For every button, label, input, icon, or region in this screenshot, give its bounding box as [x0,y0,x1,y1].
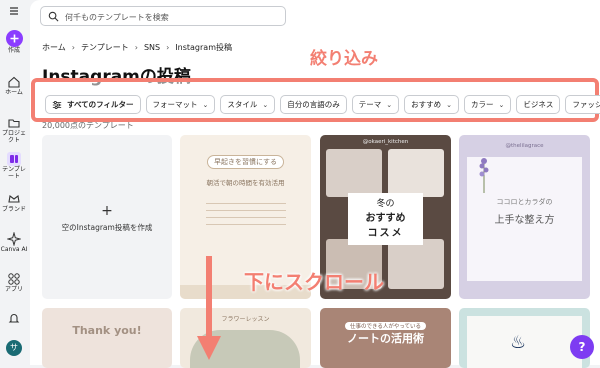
menu-button[interactable] [0,4,28,19]
filter-label: おすすめ [411,100,442,109]
sliders-icon [52,100,62,109]
card-subtitle: 朝活で朝の時間を有効活用 [206,179,285,187]
filter-recommended-dropdown[interactable]: おすすめ ⌄ [404,95,460,114]
filter-fashion-chip[interactable]: ファッシ [565,95,600,114]
plus-icon: + [101,203,113,219]
sidebar-item-label: Canva AI [0,246,28,253]
home-icon [8,76,20,88]
chevron-down-icon: ⌄ [498,100,505,109]
filter-label: すべてのフィルター [67,100,134,109]
account-avatar[interactable]: サ [0,340,28,356]
filter-bar: すべてのフィルター フォーマット ⌄ スタイル ⌄ 自分の言語のみ テーマ ⌄ おすす… [45,95,600,114]
breadcrumb-separator-icon: › [134,43,138,52]
filter-label: フォーマット [152,100,198,109]
card-title: Thank you! [72,324,142,337]
sidebar-item-brand[interactable]: ブランド [0,192,28,214]
card-subtitle: 仕事のできる人がやっている [344,322,427,330]
photo-tile [388,149,444,197]
filter-caption: 絞り込み [310,49,378,69]
card-title: ノートの活用術 [347,332,424,345]
filter-label: ファッシ [572,100,600,109]
sidebar-item-projects[interactable]: プロジェクト [0,116,28,144]
sidebar-item-label: 作成 [7,47,20,54]
scroll-arrow-icon [197,256,221,360]
chevron-down-icon: ⌄ [446,100,453,109]
sidebar: 作成 ホーム プロジェクト テンプレート ブランド Canva AI アプリ サ [0,0,28,365]
card-handle: @okaeri_kitchen [362,139,409,145]
folder-icon [8,119,20,128]
photo-tile [326,149,382,197]
filter-label: 自分の言語のみ [287,100,340,109]
photo-tile [388,239,444,289]
hot-spring-icon: ♨ [510,332,527,353]
card-title: 上手な整え方 [494,215,555,226]
templates-icon [7,152,21,166]
scroll-caption: 下にスクロール [244,270,384,294]
sparkle-icon [7,232,21,246]
card-subtitle: ココロとカラダの [496,198,553,206]
template-card-thank-you[interactable]: Thank you! [42,308,172,368]
sidebar-item-create[interactable]: 作成 [0,30,28,55]
chevron-down-icon: ⌄ [202,100,209,109]
search-input[interactable]: 何千ものテンプレートを検索 [40,6,286,26]
template-card-notebook[interactable]: 仕事のできる人がやっている ノートの活用術 [320,308,451,368]
hamburger-icon [10,7,18,15]
breadcrumb-separator-icon: › [166,43,170,52]
filter-my-language-toggle[interactable]: 自分の言語のみ [280,95,347,114]
sidebar-item-apps[interactable]: アプリ [0,272,28,294]
apps-icon [8,273,20,285]
breadcrumb-templates[interactable]: テンプレート [81,43,129,52]
filter-format-dropdown[interactable]: フォーマット ⌄ [145,95,216,114]
filter-color-dropdown[interactable]: カラー ⌄ [464,95,512,114]
main-panel: 何千ものテンプレートを検索 ホーム › テンプレート › SNS › Instagram投稿… [30,0,600,368]
filter-theme-dropdown[interactable]: テーマ ⌄ [351,95,400,114]
breadcrumb-sns[interactable]: SNS [144,43,160,52]
card-handle: @thelilagrace [505,143,544,149]
sidebar-item-label: テンプレート [2,166,26,180]
lavender-icon [479,158,489,193]
filter-business-chip[interactable]: ビジネス [516,95,561,114]
card-title-line3: コスメ [367,228,404,239]
breadcrumb-separator-icon: › [71,43,75,52]
crown-icon [8,195,20,203]
help-button[interactable]: ? [570,335,594,359]
text-lines-decoration [206,197,286,237]
template-card-body-care[interactable]: @thelilagrace ココロとカラダの 上手な整え方 [459,135,590,299]
sidebar-item-label: ブランド [1,206,26,213]
plus-circle-icon [5,30,23,47]
breadcrumb-home[interactable]: ホーム [42,43,66,52]
filter-style-dropdown[interactable]: スタイル ⌄ [220,95,276,114]
sidebar-item-label: ホーム [5,89,23,96]
sidebar-item-home[interactable]: ホーム [0,75,28,97]
bell-icon [8,314,20,323]
sidebar-item-label: アプリ [4,286,23,293]
sidebar-item-templates[interactable]: テンプレート [0,152,28,180]
filter-label: カラー [471,100,494,109]
search-placeholder: 何千ものテンプレートを検索 [65,13,169,22]
card-title-line2: おすすめ [365,213,406,224]
sidebar-item-canva-ai[interactable]: Canva AI [0,232,28,254]
chevron-down-icon: ⌄ [386,100,393,109]
filter-label: テーマ [358,100,382,109]
filter-label: スタイル [227,100,258,109]
sidebar-item-label: プロジェクト [1,130,26,144]
filter-all-button[interactable]: すべてのフィルター [45,95,141,114]
notifications-button[interactable] [0,311,28,326]
card-title: 早起きを習慣にする [206,155,285,169]
create-blank-label: 空のInstagram投稿を作成 [61,223,153,232]
breadcrumb: ホーム › テンプレート › SNS › Instagram投稿 [42,42,232,53]
chevron-down-icon: ⌄ [262,100,269,109]
breadcrumb-instagram[interactable]: Instagram投稿 [175,43,232,52]
card-title-line1: 冬の [376,199,395,209]
search-icon [48,11,59,22]
template-card-onsen[interactable]: ♨ [459,308,590,368]
avatar: サ [6,340,22,356]
card-text-box: 冬の おすすめ コスメ [348,193,423,245]
create-blank-card[interactable]: + 空のInstagram投稿を作成 [42,135,172,299]
filter-highlight: すべてのフィルター フォーマット ⌄ スタイル ⌄ 自分の言語のみ テーマ ⌄ おすす… [31,78,600,122]
filter-label: ビジネス [523,100,554,109]
